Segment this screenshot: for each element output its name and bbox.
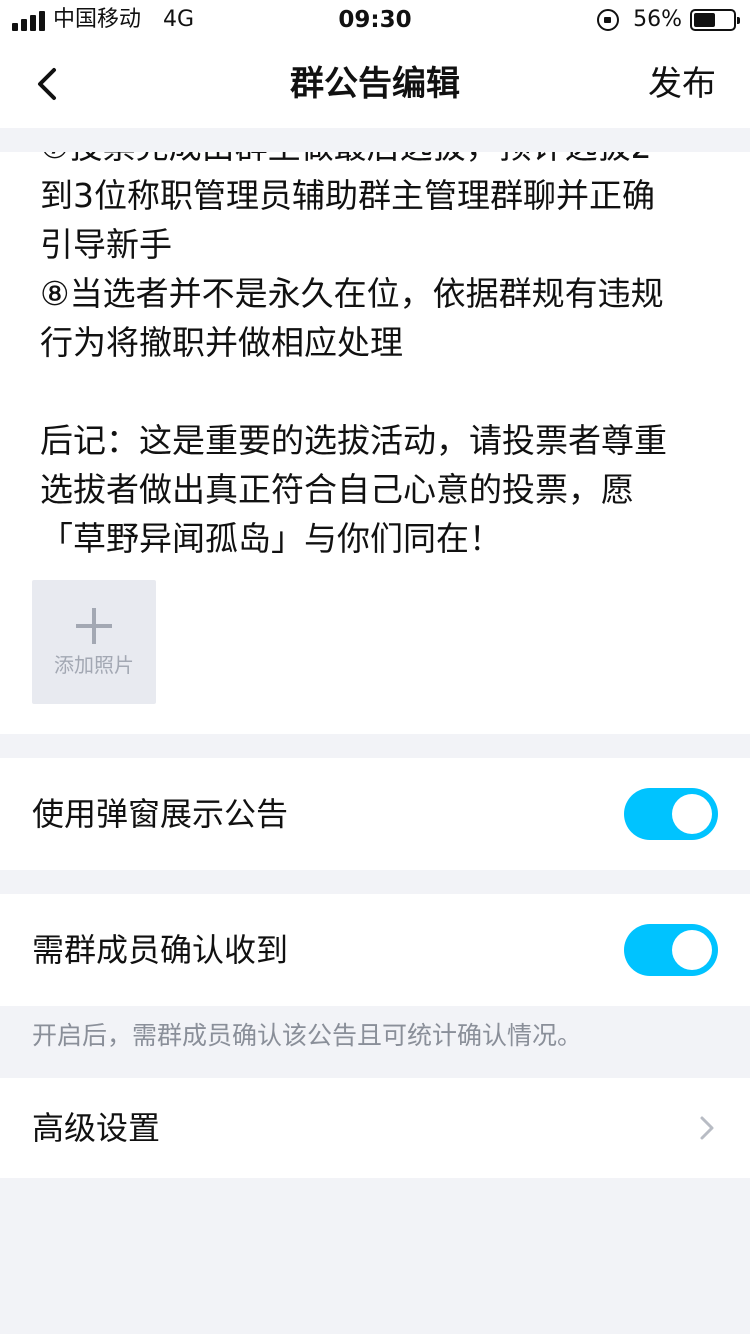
popup-announcement-toggle[interactable] [624, 788, 718, 840]
announcement-editor: ⑦投票完成由群主做最后选拔，预计选拔2 到3位称职管理员辅助群主管理群聊并正确 … [0, 152, 750, 734]
plus-icon [76, 608, 112, 644]
chevron-right-icon [700, 1116, 714, 1140]
confirm-receipt-toggle[interactable] [624, 924, 718, 976]
nav-divider [0, 128, 750, 152]
battery-icon [690, 9, 740, 31]
editor-viewport[interactable]: ⑦投票完成由群主做最后选拔，预计选拔2 到3位称职管理员辅助群主管理群聊并正确 … [40, 152, 720, 554]
toggle-knob [672, 930, 712, 970]
advanced-settings-label: 高级设置 [32, 1109, 161, 1147]
nav-bar: 群公告编辑 发布 [0, 40, 750, 128]
publish-button[interactable]: 发布 [648, 62, 716, 106]
status-right: 56% [597, 6, 740, 34]
battery-fill [694, 13, 716, 27]
add-photo-label: 添加照片 [54, 653, 134, 677]
popup-announcement-label: 使用弹窗展示公告 [32, 795, 289, 833]
battery-percent: 56% [633, 7, 682, 32]
page-title: 群公告编辑 [290, 64, 460, 104]
confirm-receipt-row: 需群成员确认收到 [0, 894, 750, 1006]
popup-announcement-row: 使用弹窗展示公告 [0, 758, 750, 870]
status-bar: 中国移动 4G 09:30 56% [0, 0, 750, 40]
add-photo-button[interactable]: 添加照片 [32, 580, 156, 704]
announcement-text[interactable]: ⑦投票完成由群主做最后选拔，预计选拔2 到3位称职管理员辅助群主管理群聊并正确 … [40, 152, 720, 554]
orientation-lock-icon [597, 9, 620, 31]
toggle-knob [672, 794, 712, 834]
confirm-receipt-hint: 开启后，需群成员确认该公告且可统计确认情况。 [32, 1021, 583, 1050]
confirm-receipt-label: 需群成员确认收到 [32, 931, 289, 969]
advanced-settings-row[interactable]: 高级设置 [0, 1078, 750, 1178]
